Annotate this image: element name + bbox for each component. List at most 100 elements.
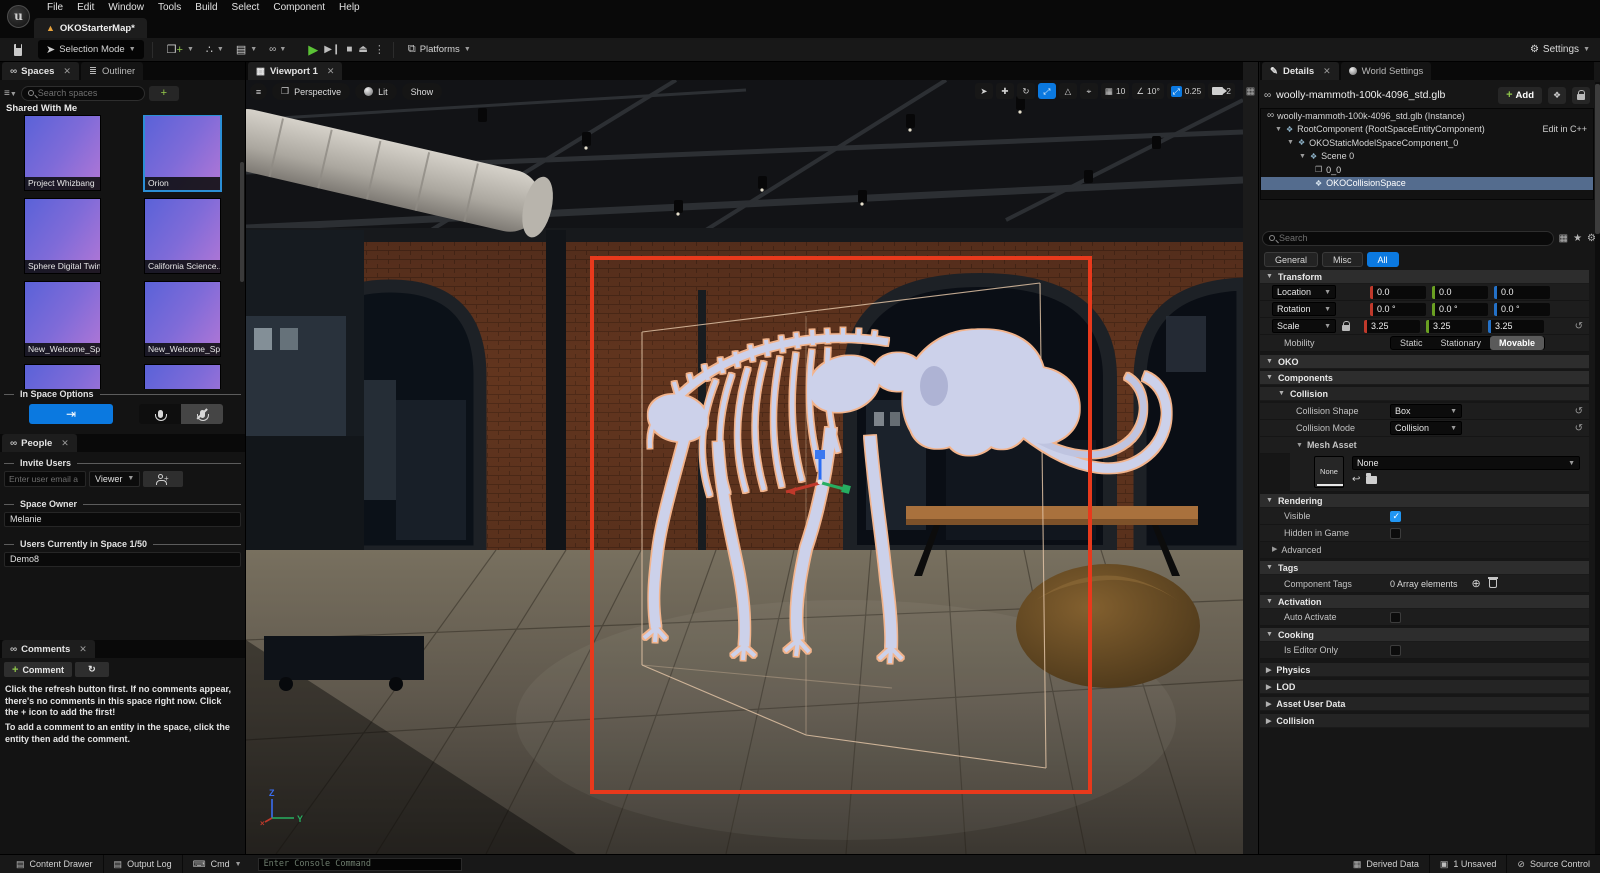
add-space-button[interactable]: + [149, 86, 179, 101]
spaces-scrollbar[interactable] [240, 162, 244, 282]
cmd-dropdown[interactable]: ⌨ Cmd ▼ [183, 855, 252, 873]
tree-row-rootcomponent[interactable]: ▼❖ RootComponent (RootSpaceEntityCompone… [1261, 123, 1593, 137]
add-comment-button[interactable]: +Comment [4, 662, 72, 677]
scale-y-input[interactable]: 3.25 [1426, 320, 1482, 333]
tree-row-staticmodel[interactable]: ▼❖ OKOStaticModelSpaceComponent_0 [1261, 136, 1593, 150]
rotation-snap-button[interactable]: ∠10° [1132, 83, 1163, 99]
tree-row-mesh[interactable]: ❒ 0_0 [1261, 163, 1593, 177]
content-drawer-button[interactable]: ▤ Content Drawer [6, 855, 104, 873]
select-tool-button[interactable]: ➤ [975, 83, 993, 99]
link-button[interactable]: ∞▼ [263, 40, 292, 60]
eject-button[interactable]: ⏏ [358, 44, 367, 55]
rotation-dropdown[interactable]: Rotation▼ [1272, 302, 1336, 316]
mic-muted-button[interactable] [181, 404, 223, 424]
lit-dropdown[interactable]: Lit [355, 83, 397, 100]
scale-x-input[interactable]: 3.25 [1364, 320, 1420, 333]
section-activation[interactable]: ▼Activation [1260, 595, 1589, 609]
viewport-scene[interactable]: ≡ ❒Perspective Lit Show ➤ ✚ ↻ ⤢ △ ⌖ ▦10 … [246, 80, 1243, 854]
spaces-search-box[interactable] [21, 86, 145, 101]
section-rendering[interactable]: ▼Rendering [1260, 494, 1589, 508]
space-thumbnail[interactable]: Sphere Digital Twin [24, 198, 101, 274]
refresh-comments-button[interactable]: ↻ [75, 662, 109, 677]
mobility-movable[interactable]: Movable [1490, 336, 1544, 350]
selection-mode-dropdown[interactable]: ➤ Selection Mode ▼ [38, 40, 144, 59]
collision-shape-dropdown[interactable]: Box▼ [1390, 404, 1462, 418]
menu-file[interactable]: File [40, 0, 70, 16]
filter-general[interactable]: General [1264, 252, 1318, 267]
tab-outliner[interactable]: ≣ Outliner [81, 62, 143, 80]
location-x-input[interactable]: 0.0 [1370, 286, 1426, 299]
is-editor-only-checkbox[interactable] [1390, 645, 1401, 656]
mic-on-button[interactable] [139, 404, 181, 424]
section-lod[interactable]: ▶LOD [1260, 680, 1589, 694]
clear-array-icon[interactable] [1489, 579, 1497, 588]
tree-row-root[interactable]: ∞ woolly-mammoth-100k-4096_std.glb (Inst… [1261, 109, 1593, 123]
tree-row-collision-selected[interactable]: ❖ OKOCollisionSpace [1261, 177, 1593, 191]
section-tags[interactable]: ▼Tags [1260, 561, 1589, 575]
mobility-static[interactable]: Static [1391, 336, 1432, 350]
location-y-input[interactable]: 0.0 [1432, 286, 1488, 299]
section-physics[interactable]: ▶Physics [1260, 663, 1589, 677]
console-input[interactable] [264, 859, 456, 869]
space-thumbnail-partial[interactable] [144, 364, 221, 389]
play-options-button[interactable]: ⋮ [374, 43, 385, 56]
viewport-menu-button[interactable]: ≡ [250, 83, 267, 100]
section-collision-bottom[interactable]: ▶Collision [1260, 714, 1589, 728]
hidden-in-game-checkbox[interactable] [1390, 528, 1401, 539]
surface-snap-button[interactable]: ⌖ [1080, 83, 1098, 99]
space-thumbnail[interactable]: Project Whizbang [24, 115, 101, 191]
scale-snap-button[interactable]: ⤢0.25 [1167, 83, 1205, 99]
cinematics-button[interactable]: ▤▼ [230, 40, 263, 60]
tab-world-settings[interactable]: World Settings [1341, 62, 1432, 80]
section-asset-user-data[interactable]: ▶Asset User Data [1260, 697, 1589, 711]
world-local-button[interactable]: △ [1059, 83, 1077, 99]
mobility-stationary[interactable]: Stationary [1432, 336, 1491, 350]
section-cooking[interactable]: ▼Cooking [1260, 628, 1589, 642]
use-selected-asset-icon[interactable]: ↩ [1352, 474, 1360, 485]
save-button[interactable] [8, 40, 28, 60]
tab-spaces[interactable]: ∞ Spaces ✕ [2, 62, 79, 80]
collision-mode-dropdown[interactable]: Collision▼ [1390, 421, 1462, 435]
close-icon[interactable]: ✕ [61, 438, 69, 449]
step-forward-button[interactable]: ▶❙ [324, 44, 340, 55]
section-collision[interactable]: ▼Collision [1260, 387, 1589, 401]
location-dropdown[interactable]: Location▼ [1272, 285, 1336, 299]
visible-checkbox[interactable] [1390, 511, 1401, 522]
grid-snap-button[interactable]: ▦10 [1101, 83, 1130, 99]
tab-comments[interactable]: ∞ Comments ✕ [2, 640, 95, 658]
browse-asset-icon[interactable] [1366, 476, 1377, 484]
console-input-box[interactable] [258, 858, 462, 871]
space-thumbnail[interactable]: New_Welcome_Sp... [24, 281, 101, 357]
space-thumbnail[interactable]: New_Welcome_Sp... [144, 281, 221, 357]
menu-build[interactable]: Build [188, 0, 224, 16]
menu-window[interactable]: Window [101, 0, 151, 16]
role-dropdown[interactable]: Viewer▼ [89, 471, 140, 487]
section-oko[interactable]: ▼OKO [1260, 355, 1589, 369]
invite-email-input[interactable] [4, 471, 86, 487]
menu-tools[interactable]: Tools [151, 0, 188, 16]
close-icon[interactable]: ✕ [79, 644, 87, 655]
auto-activate-checkbox[interactable] [1390, 612, 1401, 623]
rotation-z-input[interactable]: 0.0 ° [1494, 303, 1550, 316]
blueprint-edit-button[interactable]: ❖ [1548, 87, 1566, 104]
tab-okostartermap[interactable]: ▲ OKOStarterMap* [34, 18, 147, 38]
details-search-input[interactable] [1279, 233, 1547, 243]
tab-details[interactable]: ✎ Details ✕ [1262, 62, 1339, 80]
derived-data-button[interactable]: ▦ Derived Data [1343, 855, 1430, 873]
lock-button[interactable] [1572, 87, 1590, 104]
menu-component[interactable]: Component [266, 0, 332, 16]
stop-button[interactable]: ■ [346, 44, 352, 55]
close-icon[interactable]: ✕ [63, 66, 71, 77]
menu-edit[interactable]: Edit [70, 0, 101, 16]
panel-grid-icon[interactable]: ▦ [1243, 86, 1258, 97]
close-icon[interactable]: ✕ [327, 66, 335, 77]
filter-all[interactable]: All [1367, 252, 1399, 267]
add-component-button[interactable]: +Add [1498, 87, 1542, 104]
play-button[interactable]: ▶ [308, 42, 318, 58]
filter-icon[interactable]: ≡▼ [4, 88, 17, 99]
location-z-input[interactable]: 0.0 [1494, 286, 1550, 299]
scale-z-input[interactable]: 3.25 [1488, 320, 1544, 333]
scale-dropdown[interactable]: Scale▼ [1272, 319, 1336, 333]
reset-collision-shape-button[interactable]: ↺ [1575, 406, 1583, 417]
filter-misc[interactable]: Misc [1322, 252, 1363, 267]
